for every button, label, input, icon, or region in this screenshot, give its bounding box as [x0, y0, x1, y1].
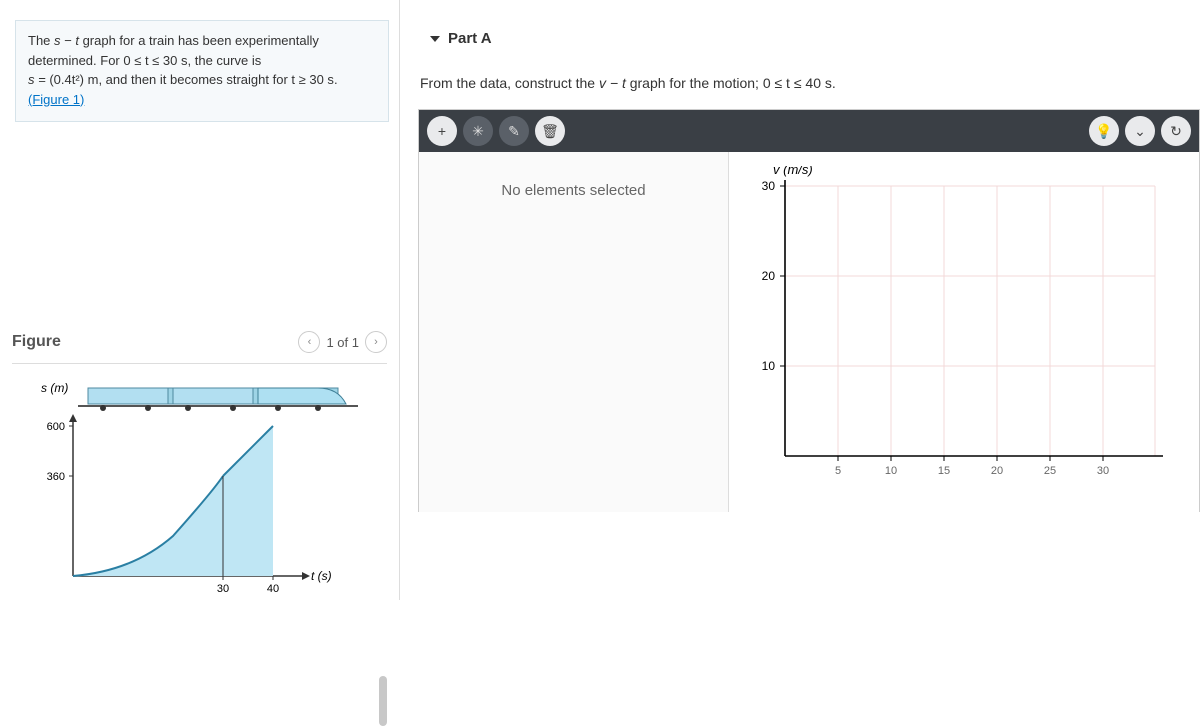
- chevron-down-icon: ⌄: [1134, 123, 1146, 140]
- x-tick: 40: [267, 583, 279, 595]
- divider: [12, 363, 387, 364]
- x-tick: 30: [217, 583, 229, 595]
- v-t-graph-area[interactable]: 30 20 10 5 10 15 20 25: [729, 152, 1199, 512]
- y-tick: 360: [47, 471, 65, 483]
- figure-pager: ‹ 1 of 1 ›: [298, 331, 387, 353]
- y-axis-label: s (m): [41, 381, 68, 395]
- x-tick: 10: [885, 465, 897, 477]
- figure-page-count: 1 of 1: [326, 335, 359, 350]
- text: , and then it becomes straight for: [98, 72, 291, 87]
- y-tick: 10: [762, 359, 776, 373]
- figure-link[interactable]: (Figure 1): [28, 92, 84, 107]
- x-tick: 30: [1097, 465, 1109, 477]
- x-tick: 20: [991, 465, 1003, 477]
- reset-button[interactable]: ↻: [1161, 116, 1191, 146]
- figure-prev-button[interactable]: ‹: [298, 331, 320, 353]
- selection-message: No elements selected: [501, 182, 645, 199]
- scrollbar[interactable]: [379, 676, 387, 726]
- bulb-icon: 💡: [1095, 123, 1112, 140]
- text: From the data, construct the: [420, 75, 599, 91]
- figure-next-button[interactable]: ›: [365, 331, 387, 353]
- text: graph for the motion;: [626, 75, 763, 91]
- part-instruction: From the data, construct the v − t graph…: [400, 57, 1200, 109]
- inequality: t ≥ 30 s: [291, 72, 334, 87]
- x-tick: 25: [1044, 465, 1056, 477]
- var-s-t: s − t: [54, 33, 79, 48]
- text: The: [28, 33, 54, 48]
- y-tick: 30: [762, 179, 776, 193]
- marker-tool-button[interactable]: ✳: [463, 116, 493, 146]
- canvas-toolbar: + ✳ ✎ 🗑 💡 ⌄ ↻: [419, 110, 1199, 152]
- y-axis-label: v (m/s): [773, 166, 813, 177]
- figure-body: 600 360 30 40 s (m) t (s): [0, 370, 399, 600]
- hint-button[interactable]: 💡: [1089, 116, 1119, 146]
- star-icon: ✳: [472, 123, 484, 140]
- var-v-t: v − t: [599, 75, 626, 91]
- add-tool-button[interactable]: +: [427, 116, 457, 146]
- pencil-icon: ✎: [508, 123, 520, 140]
- part-title: Part A: [448, 30, 492, 47]
- trash-icon: 🗑: [541, 123, 559, 140]
- y-tick: 20: [762, 269, 776, 283]
- text: .: [832, 75, 836, 91]
- more-button[interactable]: ⌄: [1125, 116, 1155, 146]
- chevron-down-icon: [430, 36, 440, 42]
- canvas-selection-panel: No elements selected: [419, 152, 729, 512]
- draw-tool-button[interactable]: ✎: [499, 116, 529, 146]
- inequality: 0 ≤ t ≤ 40 s: [763, 75, 832, 91]
- inequality: 0 ≤ t ≤ 30 s: [123, 53, 187, 68]
- text: s =: [28, 72, 49, 87]
- expression: (0.4t²) m: [49, 72, 98, 87]
- plus-icon: +: [438, 123, 446, 139]
- problem-statement: The s − t graph for a train has been exp…: [15, 20, 389, 122]
- text: .: [334, 72, 338, 87]
- part-header[interactable]: Part A: [400, 0, 1200, 57]
- text: , the curve is: [188, 53, 262, 68]
- graph-canvas: + ✳ ✎ 🗑 💡 ⌄ ↻ No elements selected: [418, 109, 1200, 512]
- x-tick: 5: [835, 465, 841, 477]
- y-tick: 600: [47, 421, 65, 433]
- s-t-graph: 600 360 30 40 s (m) t (s): [18, 376, 358, 601]
- x-axis-label: t (s): [311, 569, 332, 583]
- x-tick: 15: [938, 465, 950, 477]
- redo-icon: ↻: [1170, 123, 1182, 140]
- figure-heading: Figure: [12, 333, 61, 351]
- delete-tool-button[interactable]: 🗑: [535, 116, 565, 146]
